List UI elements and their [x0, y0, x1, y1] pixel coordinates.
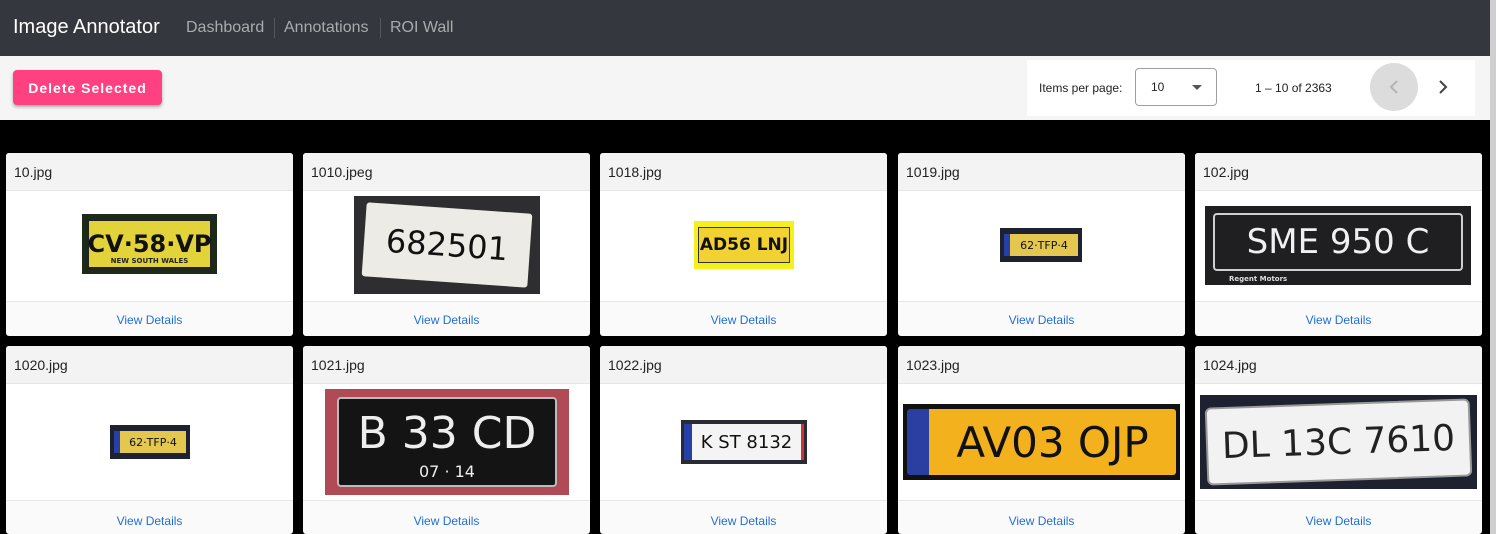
card-image-area: AD56 LNJ	[600, 190, 887, 302]
image-card[interactable]: 10.jpg CV·58·VP NEW SOUTH WALES View Det…	[6, 153, 293, 336]
view-details-link[interactable]: View Details	[898, 313, 1185, 327]
card-image-area: CV·58·VP NEW SOUTH WALES	[6, 190, 293, 302]
view-details-link[interactable]: View Details	[600, 514, 887, 528]
card-filename: 10.jpg	[14, 164, 53, 180]
card-filename: 1024.jpg	[1203, 357, 1257, 373]
card-header: 10.jpg	[6, 153, 293, 190]
license-plate-image: 62·TFP·4	[110, 425, 190, 459]
chevron-right-icon	[1439, 80, 1448, 94]
nav-roi-wall[interactable]: ROI Wall	[390, 19, 453, 37]
next-page-button[interactable]	[1419, 63, 1467, 111]
card-filename: 102.jpg	[1203, 164, 1249, 180]
image-card[interactable]: 1022.jpg K ST 8132 View Details	[600, 346, 887, 534]
card-image-area: 62·TFP·4	[6, 383, 293, 501]
view-details-link[interactable]: View Details	[1195, 313, 1482, 327]
image-card[interactable]: 1010.jpeg 682501 View Details	[303, 153, 590, 336]
image-card[interactable]: 102.jpg SME 950 C Regent Motors View Det…	[1195, 153, 1482, 336]
image-card[interactable]: 1018.jpg AD56 LNJ View Details	[600, 153, 887, 336]
card-image-area: AV03 OJP	[898, 383, 1185, 501]
plate-subtext: Regent Motors	[1229, 275, 1288, 283]
view-details-link[interactable]: View Details	[898, 514, 1185, 528]
card-header: 1020.jpg	[6, 346, 293, 383]
view-details-link[interactable]: View Details	[303, 313, 590, 327]
image-card[interactable]: 1020.jpg 62·TFP·4 View Details	[6, 346, 293, 534]
nav-divider	[274, 18, 275, 38]
image-card[interactable]: 1024.jpg DL 13C 7610 View Details	[1195, 346, 1482, 534]
paginator: Items per page: 10 1 – 10 of 2363	[1027, 60, 1475, 116]
card-filename: 1018.jpg	[608, 164, 662, 180]
plate-text: DL 13C 7610	[1221, 417, 1456, 467]
items-per-page-select[interactable]: 10	[1135, 68, 1217, 106]
card-filename: 1023.jpg	[906, 357, 960, 373]
license-plate-image: 682501	[354, 196, 540, 294]
license-plate-image: B 33 CD 07 · 14	[325, 389, 569, 495]
plate-text: AV03 OJP	[956, 417, 1149, 467]
license-plate-image: K ST 8132	[681, 420, 807, 464]
toolbar: Delete Selected Items per page: 10 1 – 1…	[0, 56, 1490, 120]
card-filename: 1020.jpg	[14, 357, 68, 373]
card-filename: 1019.jpg	[906, 164, 960, 180]
view-details-link[interactable]: View Details	[6, 313, 293, 327]
nav-dashboard[interactable]: Dashboard	[186, 19, 264, 37]
card-image-area: 62·TFP·4	[898, 190, 1185, 302]
card-header: 102.jpg	[1195, 153, 1482, 190]
app-title: Image Annotator	[13, 16, 160, 38]
card-image-area: SME 950 C Regent Motors	[1195, 190, 1482, 302]
plate-text: AD56 LNJ	[699, 235, 789, 255]
license-plate-image: AV03 OJP	[903, 404, 1180, 480]
plate-text: K ST 8132	[700, 431, 793, 453]
nav-annotations[interactable]: Annotations	[284, 19, 369, 37]
items-per-page-label: Items per page:	[1039, 81, 1123, 95]
card-image-area: DL 13C 7610	[1195, 383, 1482, 501]
plate-text: 682501	[384, 221, 510, 269]
license-plate-image: 62·TFP·4	[1000, 228, 1082, 262]
plate-text: SME 950 C	[1246, 222, 1430, 262]
card-image-area: B 33 CD 07 · 14	[303, 383, 590, 501]
plate-subtext: NEW SOUTH WALES	[110, 257, 189, 265]
card-header: 1018.jpg	[600, 153, 887, 190]
card-header: 1010.jpeg	[303, 153, 590, 190]
nav-divider	[380, 18, 381, 38]
card-header: 1021.jpg	[303, 346, 590, 383]
image-card[interactable]: 1019.jpg 62·TFP·4 View Details	[898, 153, 1185, 336]
image-card[interactable]: 1023.jpg AV03 OJP View Details	[898, 346, 1185, 534]
card-image-area: 682501	[303, 190, 590, 302]
dropdown-arrow-icon	[1192, 85, 1202, 90]
view-details-link[interactable]: View Details	[6, 514, 293, 528]
license-plate-image: SME 950 C Regent Motors	[1205, 206, 1471, 285]
view-details-link[interactable]: View Details	[600, 313, 887, 327]
view-details-link[interactable]: View Details	[303, 514, 590, 528]
plate-text: 62·TFP·4	[129, 435, 177, 449]
image-card[interactable]: 1021.jpg B 33 CD 07 · 14 View Details	[303, 346, 590, 534]
card-header: 1022.jpg	[600, 346, 887, 383]
plate-text: 62·TFP·4	[1020, 238, 1068, 252]
view-details-link[interactable]: View Details	[1195, 514, 1482, 528]
license-plate-image: AD56 LNJ	[694, 221, 794, 269]
plate-subtext: 07 · 14	[419, 462, 475, 481]
card-image-area: K ST 8132	[600, 383, 887, 501]
plate-text: CV·58·VP	[87, 230, 212, 258]
items-per-page-value: 10	[1151, 80, 1165, 94]
window-scrollbar[interactable]	[1490, 0, 1496, 534]
page-range-label: 1 – 10 of 2363	[1255, 81, 1332, 95]
previous-page-button[interactable]	[1370, 63, 1418, 111]
card-header: 1024.jpg	[1195, 346, 1482, 383]
plate-text: B 33 CD	[357, 407, 537, 459]
license-plate-image: DL 13C 7610	[1200, 395, 1477, 489]
app-header: Image Annotator Dashboard Annotations RO…	[0, 0, 1490, 56]
chevron-left-icon	[1389, 80, 1398, 94]
card-filename: 1021.jpg	[311, 357, 365, 373]
card-header: 1023.jpg	[898, 346, 1185, 383]
card-filename: 1022.jpg	[608, 357, 662, 373]
card-filename: 1010.jpeg	[311, 164, 373, 180]
delete-selected-button[interactable]: Delete Selected	[13, 70, 162, 105]
card-header: 1019.jpg	[898, 153, 1185, 190]
license-plate-image: CV·58·VP NEW SOUTH WALES	[82, 214, 217, 274]
